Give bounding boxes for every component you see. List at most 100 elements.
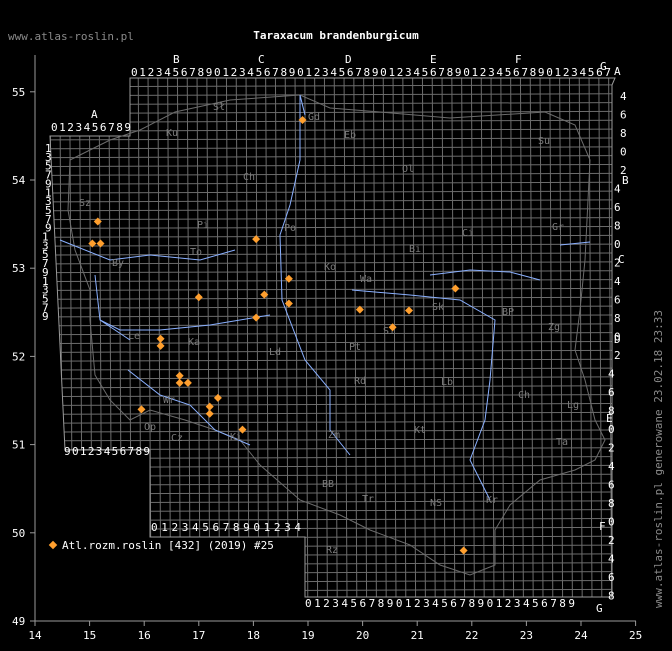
region-label: Sł xyxy=(213,102,225,113)
grid-digits-a: 0123456789 xyxy=(72,445,150,458)
river-line xyxy=(99,314,271,331)
region-label: NS xyxy=(430,498,442,509)
grid-line xyxy=(323,78,328,597)
y-tick-label: 51 xyxy=(12,439,25,452)
grid-digits-bottom-right: 012345678901234567890123456789 xyxy=(305,597,575,610)
grid-line xyxy=(50,402,615,406)
grid-line xyxy=(529,78,534,597)
grid-line xyxy=(50,473,615,477)
grid-line xyxy=(412,78,417,597)
region-label: Wr xyxy=(163,395,175,406)
grid-line xyxy=(50,164,615,167)
grid-line xyxy=(50,509,615,513)
x-tick-label: 20 xyxy=(356,629,369,642)
grid-line xyxy=(441,78,446,597)
grid-line xyxy=(470,78,475,597)
grid-digit-right: 4 xyxy=(608,460,615,473)
grid-line xyxy=(343,78,348,597)
grid-line xyxy=(50,102,615,106)
grid-digit-right: 8 xyxy=(620,127,627,140)
x-tick-label: 23 xyxy=(520,629,533,642)
legend-label: Atl.rozm.roslin [432] (2019) #25 xyxy=(62,539,274,552)
grid-digit-right: 0 xyxy=(620,146,627,159)
grid-line xyxy=(50,296,615,300)
grid-line xyxy=(50,287,615,291)
record-point xyxy=(156,334,165,343)
region-label: Ko xyxy=(324,262,336,273)
grid-digit-right: 6 xyxy=(614,201,621,214)
region-label: Rz xyxy=(326,545,338,556)
region-label: Lg xyxy=(567,400,579,411)
region-label: Kr xyxy=(486,495,498,506)
grid-line xyxy=(108,78,113,597)
grid-letter-top: F xyxy=(515,53,522,66)
grid-line xyxy=(568,78,573,597)
region-label: Le xyxy=(128,331,140,342)
x-tick-label: 14 xyxy=(28,629,42,642)
grid-line xyxy=(480,78,485,597)
record-point xyxy=(93,217,102,226)
river-line xyxy=(59,239,236,261)
x-tick-label: 25 xyxy=(629,629,642,642)
grid-line xyxy=(50,376,615,380)
grid-line xyxy=(50,411,615,415)
grid-line xyxy=(50,491,615,495)
grid-digit-right: 6 xyxy=(608,571,615,584)
grid-line xyxy=(363,78,368,597)
region-label: Pt xyxy=(349,342,361,353)
region-label: Bi xyxy=(409,244,421,255)
grid-line xyxy=(451,78,456,597)
region-label: Sz xyxy=(79,198,91,209)
grid-digit-right: 2 xyxy=(608,442,615,455)
region-label: Ch xyxy=(518,390,530,401)
grid-digit-right: 4 xyxy=(614,183,621,196)
region-label: Ki xyxy=(230,432,242,443)
grid-line xyxy=(402,78,407,597)
grid-line xyxy=(50,119,615,123)
grid-digit-left: 9 xyxy=(42,310,49,323)
grid-line xyxy=(50,367,615,371)
region-label: By xyxy=(112,258,124,269)
grid-digit-right: 2 xyxy=(620,164,627,177)
page-title: Taraxacum brandenburgicum xyxy=(253,29,419,42)
x-tick-label: 18 xyxy=(247,629,260,642)
grid-line xyxy=(50,349,615,353)
grid-digit-right: 2 xyxy=(614,257,621,270)
grid-letter-top: D xyxy=(345,53,352,66)
grid-digit-right: 6 xyxy=(608,386,615,399)
region-label: Ka xyxy=(188,337,200,348)
region-label: Zm xyxy=(328,430,340,441)
grid-digit-right: 0 xyxy=(608,516,615,529)
grid-digit-right: 8 xyxy=(608,405,615,418)
grid-letter-top: A xyxy=(91,108,98,121)
region-label: Sk xyxy=(432,302,444,313)
grid-line xyxy=(559,78,564,597)
region-label: Gd xyxy=(308,112,320,123)
grid-line xyxy=(50,385,615,389)
region-label: Ku xyxy=(166,128,178,139)
record-point xyxy=(175,378,184,387)
region-label: Lb xyxy=(441,377,453,388)
grid-digit-right: 8 xyxy=(614,312,621,325)
grid-digit-right: 6 xyxy=(620,109,627,122)
grid-letter-top: B xyxy=(173,53,180,66)
grid-line xyxy=(50,84,615,88)
grid-digit-right: 2 xyxy=(608,534,615,547)
grid-digit-right: 0 xyxy=(614,238,621,251)
grid-line xyxy=(421,78,426,597)
grid-line xyxy=(50,128,615,132)
grid-line xyxy=(50,208,615,212)
record-point xyxy=(183,378,192,387)
region-label: Kt xyxy=(414,425,426,436)
record-point xyxy=(137,405,146,414)
grid-line xyxy=(50,535,615,539)
region-label: Ld xyxy=(269,347,281,358)
grid-line xyxy=(50,394,615,398)
grid-letter-right: A xyxy=(614,65,621,78)
grid-line xyxy=(50,146,615,150)
record-point xyxy=(205,409,214,418)
region-label: Pi xyxy=(197,220,209,231)
region-label: Po xyxy=(284,223,296,234)
grid-line xyxy=(50,217,615,221)
grid-line xyxy=(510,78,515,597)
